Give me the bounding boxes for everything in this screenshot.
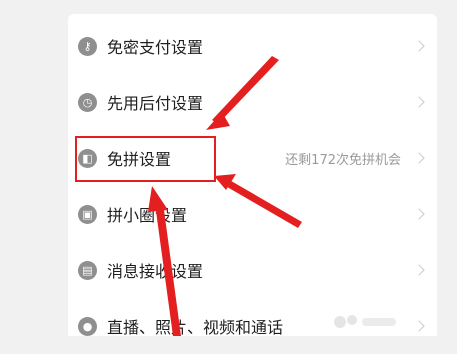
arrow-bottom: [156, 210, 181, 336]
annotation-arrows: [148, 56, 302, 336]
watermark-logo: [334, 315, 396, 328]
arrowhead-bottom: [148, 186, 168, 212]
arrow-right: [222, 178, 302, 228]
